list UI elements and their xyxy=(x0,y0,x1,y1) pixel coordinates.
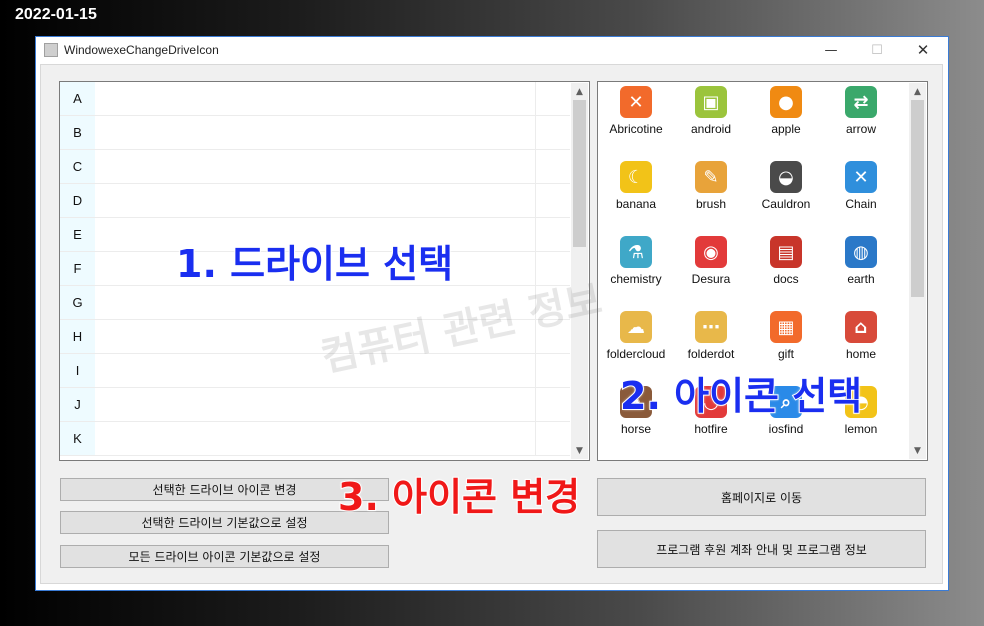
icon-label: docs xyxy=(773,272,799,286)
reset-all-drives-button[interactable]: 모든 드라이브 아이콘 기본값으로 설정 xyxy=(60,545,389,568)
icon-item[interactable]: ▤ docs xyxy=(748,232,824,307)
drive-letter: F xyxy=(60,252,95,285)
drive-icon-cell xyxy=(95,82,536,115)
date-stamp: 2022-01-15 xyxy=(15,6,97,23)
icon-item[interactable]: ◉ Desura xyxy=(673,232,749,307)
app-icon xyxy=(44,43,58,57)
cauldron-icon: ◒ xyxy=(770,161,802,193)
icon-item[interactable]: ◒ Cauldron xyxy=(748,157,824,232)
icon-item[interactable]: ▣ android xyxy=(673,82,749,157)
icon-item[interactable]: ✕ Chain xyxy=(823,157,899,232)
icon-label: gift xyxy=(777,347,794,361)
drive-letter: H xyxy=(60,320,95,353)
icon-label: iosfind xyxy=(768,422,804,436)
folder-cloud-icon: ☁ xyxy=(620,311,652,343)
abricotine-icon: ✕ xyxy=(620,86,652,118)
drive-letter: D xyxy=(60,184,95,217)
icon-label: lemon xyxy=(844,422,878,436)
drive-icon-cell xyxy=(95,388,536,421)
icon-item[interactable]: ● apple xyxy=(748,82,824,157)
drive-row[interactable]: A xyxy=(60,82,570,116)
earth-icon: ◍ xyxy=(845,236,877,268)
step3-annotation: 3. 아이콘 변경 xyxy=(337,474,581,520)
scroll-thumb[interactable] xyxy=(911,100,924,297)
icon-label: earth xyxy=(847,272,875,286)
icon-label: chemistry xyxy=(610,272,662,286)
scroll-up-arrow-icon[interactable]: ▲ xyxy=(909,83,926,100)
android-icon: ▣ xyxy=(695,86,727,118)
drive-icon-cell xyxy=(95,184,536,217)
scroll-up-arrow-icon[interactable]: ▲ xyxy=(571,83,588,100)
title-bar[interactable]: WindowexeChangeDriveIcon — ☐ ✕ xyxy=(36,37,948,63)
drive-row[interactable]: C xyxy=(60,150,570,184)
docs-icon: ▤ xyxy=(770,236,802,268)
scroll-thumb[interactable] xyxy=(573,100,586,247)
drive-letter: B xyxy=(60,116,95,149)
drive-letter: J xyxy=(60,388,95,421)
icon-label: horse xyxy=(620,422,652,436)
apple-icon: ● xyxy=(770,86,802,118)
gift-icon: ▦ xyxy=(770,311,802,343)
support-info-button[interactable]: 프로그램 후원 계좌 안내 및 프로그램 정보 xyxy=(597,530,926,568)
icon-label: apple xyxy=(771,122,801,136)
home-icon: ⌂ xyxy=(845,311,877,343)
icon-label: android xyxy=(690,122,732,136)
drive-row[interactable]: I xyxy=(60,354,570,388)
drive-letter: C xyxy=(60,150,95,183)
drive-letter: I xyxy=(60,354,95,387)
icon-label: arrow xyxy=(845,122,876,136)
homepage-button[interactable]: 홈페이지로 이동 xyxy=(597,478,926,516)
icon-label: home xyxy=(845,347,877,361)
icon-label: hotfire xyxy=(694,422,728,436)
icon-label: folderdot xyxy=(687,347,735,361)
icon-label: foldercloud xyxy=(606,347,666,361)
drive-icon-cell xyxy=(95,116,536,149)
window-title: WindowexeChangeDriveIcon xyxy=(64,43,219,57)
drive-icon-cell xyxy=(95,422,536,455)
icon-item[interactable]: ⚗ chemistry xyxy=(598,232,674,307)
drive-letter: K xyxy=(60,422,95,455)
drive-icon-cell xyxy=(95,150,536,183)
minimize-button[interactable]: — xyxy=(808,37,854,63)
icon-item[interactable]: ☾ banana xyxy=(598,157,674,232)
scroll-down-arrow-icon[interactable]: ▼ xyxy=(571,442,588,459)
icon-label: brush xyxy=(695,197,727,211)
desura-icon: ◉ xyxy=(695,236,727,268)
drive-row[interactable]: J xyxy=(60,388,570,422)
drive-row[interactable]: K xyxy=(60,422,570,456)
icon-label: Cauldron xyxy=(761,197,811,211)
icon-item[interactable]: ✕ Abricotine xyxy=(598,82,674,157)
drive-letter: A xyxy=(60,82,95,115)
folder-dot-icon: ⋯ xyxy=(695,311,727,343)
step1-annotation: 1. 드라이브 선택 xyxy=(175,241,454,287)
icon-item[interactable]: ✎ brush xyxy=(673,157,749,232)
chain-icon: ✕ xyxy=(845,161,877,193)
banana-icon: ☾ xyxy=(620,161,652,193)
arrow-icon: ⇄ xyxy=(845,86,877,118)
step2-annotation: 2. 아이콘 선택 xyxy=(619,373,863,419)
icon-label: Chain xyxy=(845,197,877,211)
drive-letter: G xyxy=(60,286,95,319)
chemistry-icon: ⚗ xyxy=(620,236,652,268)
icon-label: Abricotine xyxy=(609,122,663,136)
drive-icon-cell xyxy=(95,354,536,387)
icon-item[interactable]: ◍ earth xyxy=(823,232,899,307)
scroll-down-arrow-icon[interactable]: ▼ xyxy=(909,442,926,459)
icon-label: Desura xyxy=(691,272,731,286)
icon-label: banana xyxy=(615,197,657,211)
drive-row[interactable]: D xyxy=(60,184,570,218)
close-button[interactable]: ✕ xyxy=(900,37,946,63)
brush-icon: ✎ xyxy=(695,161,727,193)
icon-grid-scrollbar[interactable]: ▲ ▼ xyxy=(909,83,926,459)
drive-row[interactable]: B xyxy=(60,116,570,150)
maximize-button[interactable]: ☐ xyxy=(854,37,900,63)
drive-letter: E xyxy=(60,218,95,251)
icon-item[interactable]: ⇄ arrow xyxy=(823,82,899,157)
